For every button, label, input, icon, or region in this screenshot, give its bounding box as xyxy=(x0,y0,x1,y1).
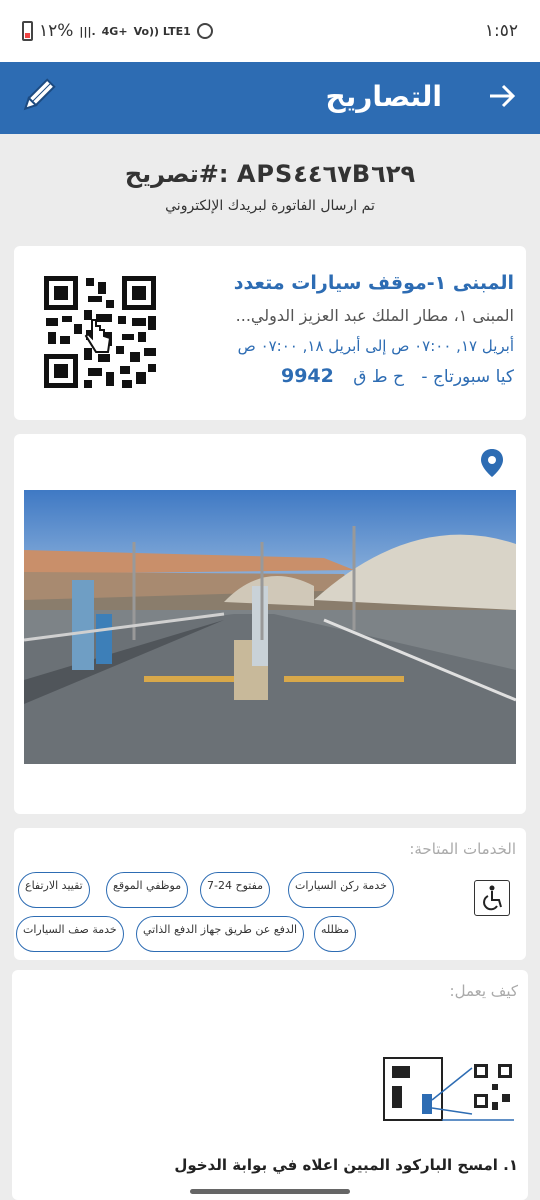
lte-indicator: Vo)) LTE1 xyxy=(133,24,191,38)
service-chip: خدمة ركن السيارات xyxy=(288,872,394,908)
service-chip: مفتوح 24-7 xyxy=(200,872,271,908)
status-bar: ١٢% |||. 4G+ Vo)) LTE1 ١:٥٢ xyxy=(0,0,540,62)
services-card: الخدمات المتاحة: خدمة ركن السيارات مفتوح… xyxy=(14,828,526,960)
page-title: التصاريح xyxy=(325,80,442,113)
arrow-right-icon[interactable] xyxy=(486,80,518,116)
map-pin-icon[interactable] xyxy=(480,448,504,482)
permit-card[interactable]: المبنى ١-موقف سيارات متعدد المبنى ١، مطا… xyxy=(14,246,526,420)
battery-level: ١٢% xyxy=(39,21,74,41)
service-chip: تقييد الارتفاع xyxy=(18,872,90,908)
wheelchair-icon xyxy=(474,880,510,916)
clock: ١:٥٢ xyxy=(484,21,518,41)
service-chip: الدفع عن طريق جهاز الدفع الذاتي xyxy=(136,916,305,952)
scan-illustration xyxy=(383,1057,514,1121)
vehicle-info: كيا سبورتاج - ح ط ق 9942 xyxy=(174,365,514,387)
service-chip: موظفي الموقع xyxy=(106,872,189,908)
parking-photo xyxy=(24,490,516,764)
location-card xyxy=(14,434,526,814)
invoice-note: تم ارسال الفاتورة لبريدك الإلكتروني xyxy=(165,198,375,214)
parking-name: المبنى ١-موقف سيارات متعدد xyxy=(233,272,514,294)
home-indicator[interactable] xyxy=(190,1189,350,1194)
permit-dates: أبريل ١٧, ٠٧:٠٠ ص إلى أبريل ١٨, ٠٧:٠٠ ص xyxy=(237,337,514,355)
how-it-works-card: كيف يعمل: ١. امسح الباركود المبين اعلاه … xyxy=(12,970,528,1200)
pencil-icon[interactable] xyxy=(18,76,58,120)
plate-letters: ح ط ق xyxy=(353,367,404,387)
services-title: الخدمات المتاحة: xyxy=(409,840,516,858)
network-type: 4G+ xyxy=(101,24,128,38)
vehicle-model: كيا سبورتاج - xyxy=(421,367,514,387)
permit-number: تصريح#: APS٤٤٦٧B٦٢٩ xyxy=(124,160,416,188)
permit-header: تصريح#: APS٤٤٦٧B٦٢٩ تم ارسال الفاتورة لب… xyxy=(0,160,540,214)
service-chip: خدمة صف السيارات xyxy=(16,916,124,952)
status-icons: ١٢% |||. 4G+ Vo)) LTE1 xyxy=(22,21,213,41)
battery-icon xyxy=(22,21,33,41)
parking-address: المبنى ١، مطار الملك عبد العزيز الدولي..… xyxy=(235,306,514,325)
permit-details: المبنى ١-موقف سيارات متعدد المبنى ١، مطا… xyxy=(174,272,514,387)
how-title: كيف يعمل: xyxy=(449,982,518,1000)
plate-number: 9942 xyxy=(280,365,334,387)
service-chip: مظلله xyxy=(314,916,357,952)
qr-code[interactable] xyxy=(44,276,156,388)
how-step-1: ١. امسح الباركود المبين اعلاه في بوابة ا… xyxy=(174,1156,518,1174)
app-bar: التصاريح xyxy=(0,62,540,134)
alarm-icon xyxy=(196,23,213,39)
signal-icon: |||. xyxy=(79,24,96,38)
